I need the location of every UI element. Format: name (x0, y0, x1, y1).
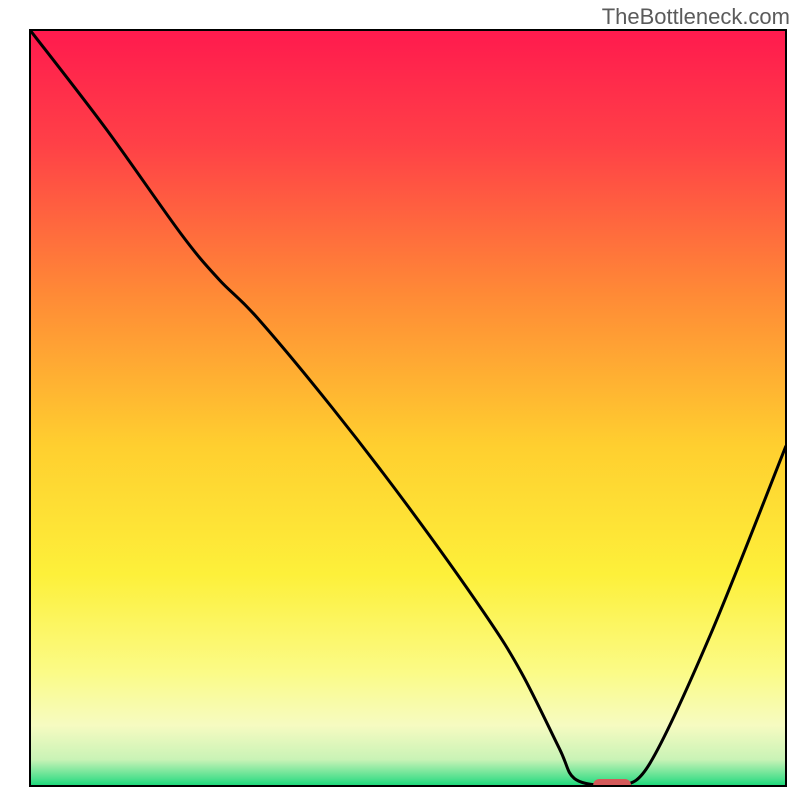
watermark-label: TheBottleneck.com (602, 4, 790, 30)
chart-svg (0, 0, 800, 800)
plot-area (30, 30, 786, 791)
gradient-background (30, 30, 786, 786)
bottleneck-chart: TheBottleneck.com (0, 0, 800, 800)
